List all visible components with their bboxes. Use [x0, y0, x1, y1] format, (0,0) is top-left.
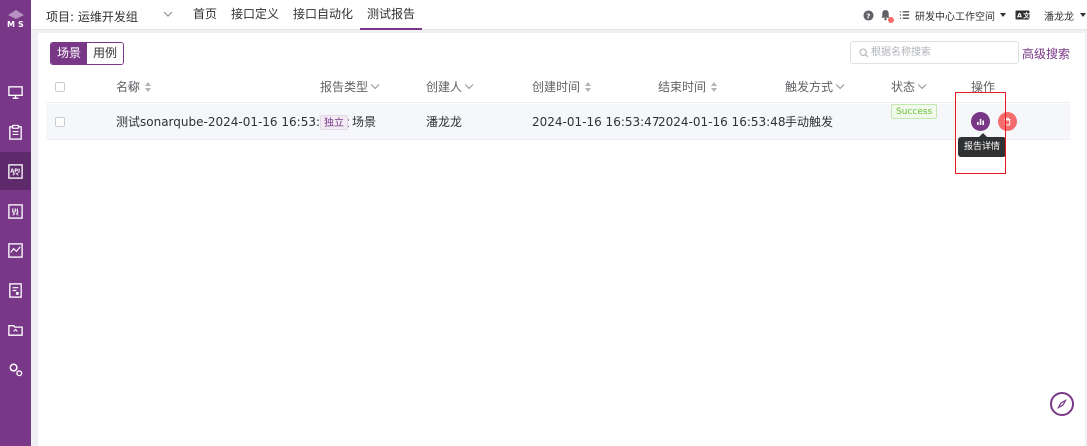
svg-text:API: API — [10, 168, 20, 174]
user-menu[interactable]: 潘龙龙 — [1044, 8, 1074, 23]
workspace-list-icon — [898, 9, 911, 22]
report-list-card: 场景 用例 高级搜索 名称 报告类型 创建人 创建时间 结束时间 触发方式 状态… — [38, 33, 1085, 446]
search-box — [850, 41, 1019, 64]
svg-text:S: S — [18, 20, 24, 29]
sidebar-item-project[interactable] — [0, 310, 31, 348]
col-report-type-label: 报告类型 — [320, 80, 369, 94]
nav-home[interactable]: 首页 — [186, 0, 224, 30]
col-create-time[interactable]: 创建时间 — [532, 71, 592, 103]
sidebar-item-track[interactable] — [0, 113, 31, 151]
filter-icon[interactable] — [370, 80, 380, 90]
filter-icon[interactable] — [464, 80, 474, 90]
advanced-search-link[interactable]: 高级搜索 — [1022, 45, 1070, 62]
caret-down-icon[interactable] — [1080, 13, 1086, 17]
settings-icon — [9, 363, 23, 376]
select-all-checkbox[interactable] — [55, 82, 65, 92]
sidebar-item-report[interactable] — [0, 271, 31, 309]
svg-text:M: M — [7, 20, 15, 29]
row-checkbox[interactable] — [55, 117, 65, 127]
bell-icon[interactable] — [879, 9, 894, 23]
col-status[interactable]: 状态 — [891, 71, 927, 103]
col-report-type[interactable]: 报告类型 — [320, 71, 380, 103]
col-create-time-label: 创建时间 — [532, 80, 581, 94]
table-row[interactable]: 测试sonarqube-2024-01-16 16:53:48 独立 场景 潘龙… — [46, 104, 1070, 140]
status-badge: Success — [891, 104, 938, 119]
top-header: 项目: 运维开发组 首页 接口定义 接口自动化 测试报告 ? 研发中心工作空间 … — [31, 0, 1087, 30]
clipboard-icon — [9, 124, 22, 140]
compass-guide-button[interactable] — [1050, 392, 1074, 416]
api-icon: API — [8, 163, 23, 179]
language-icon[interactable]: A文 — [1015, 9, 1030, 22]
sidebar-item-performance[interactable] — [0, 231, 31, 269]
svg-text:A: A — [1017, 12, 1022, 20]
notification-dot — [888, 16, 894, 23]
svg-text:文: 文 — [1022, 11, 1030, 20]
table-header: 名称 报告类型 创建人 创建时间 结束时间 触发方式 状态 操作 — [46, 71, 1070, 103]
cell-end-time: 2024-01-16 16:53:48 — [658, 115, 786, 129]
performance-icon — [8, 242, 23, 258]
cell-status: Success — [891, 104, 938, 119]
compass-icon — [1056, 398, 1068, 410]
cell-creator: 潘龙龙 — [426, 115, 463, 129]
search-input[interactable] — [871, 44, 1016, 61]
sidebar: M S API UI — [0, 0, 31, 446]
sort-icon[interactable] — [585, 82, 592, 92]
col-creator-label: 创建人 — [426, 80, 463, 94]
filter-icon[interactable] — [917, 80, 927, 90]
cell-trigger: 手动触发 — [785, 115, 834, 129]
help-icon[interactable]: ? — [862, 9, 875, 22]
sidebar-item-settings[interactable] — [0, 350, 31, 388]
top-nav: 首页 接口定义 接口自动化 测试报告 — [186, 0, 423, 30]
chevron-down-icon[interactable] — [162, 8, 174, 20]
col-trigger-label: 触发方式 — [785, 80, 834, 94]
col-status-label: 状态 — [891, 80, 916, 94]
sidebar-item-workbench[interactable] — [0, 73, 31, 111]
cell-report-type: 独立 场景 — [320, 104, 376, 140]
project-selector[interactable]: 项目: 运维开发组 — [46, 8, 138, 25]
sidebar-item-api[interactable]: API — [0, 152, 31, 190]
sidebar-item-ui[interactable]: UI — [0, 192, 31, 230]
report-name: 测试sonarqube-2024-01-16 16:53:48 — [116, 115, 336, 129]
workspace-selector[interactable]: 研发中心工作空间 — [915, 8, 995, 23]
sort-icon[interactable] — [145, 82, 152, 92]
logo-icon: M S — [7, 10, 24, 29]
col-name[interactable]: 名称 — [116, 71, 152, 103]
tab-scenario[interactable]: 场景 — [51, 43, 88, 64]
report-type-tabs: 场景 用例 — [50, 42, 125, 65]
cell-name[interactable]: 测试sonarqube-2024-01-16 16:53:48 — [116, 104, 350, 140]
highlight-box — [955, 92, 1006, 174]
caret-down-icon[interactable] — [1000, 13, 1006, 17]
independent-tag: 独立 — [320, 114, 348, 130]
folder-icon — [8, 324, 23, 336]
col-creator[interactable]: 创建人 — [426, 71, 474, 103]
tab-case[interactable]: 用例 — [87, 43, 124, 64]
col-end-time[interactable]: 结束时间 — [658, 71, 718, 103]
sort-icon[interactable] — [711, 82, 718, 92]
nav-test-report[interactable]: 测试报告 — [360, 0, 423, 30]
col-end-time-label: 结束时间 — [658, 80, 707, 94]
ui-test-icon: UI — [8, 203, 23, 219]
col-name-label: 名称 — [116, 80, 141, 94]
svg-text:?: ? — [866, 11, 870, 20]
col-trigger[interactable]: 触发方式 — [785, 71, 845, 103]
report-type-value: 场景 — [352, 115, 377, 129]
nav-api-definition[interactable]: 接口定义 — [224, 0, 286, 30]
report-icon — [9, 282, 22, 298]
search-icon — [859, 48, 869, 58]
nav-api-automation[interactable]: 接口自动化 — [286, 0, 360, 30]
filter-icon[interactable] — [835, 80, 845, 90]
monitor-icon — [8, 85, 23, 99]
cell-create-time: 2024-01-16 16:53:47 — [532, 115, 660, 129]
header-right: ? 研发中心工作空间 A文 潘龙龙 — [862, 0, 1086, 30]
